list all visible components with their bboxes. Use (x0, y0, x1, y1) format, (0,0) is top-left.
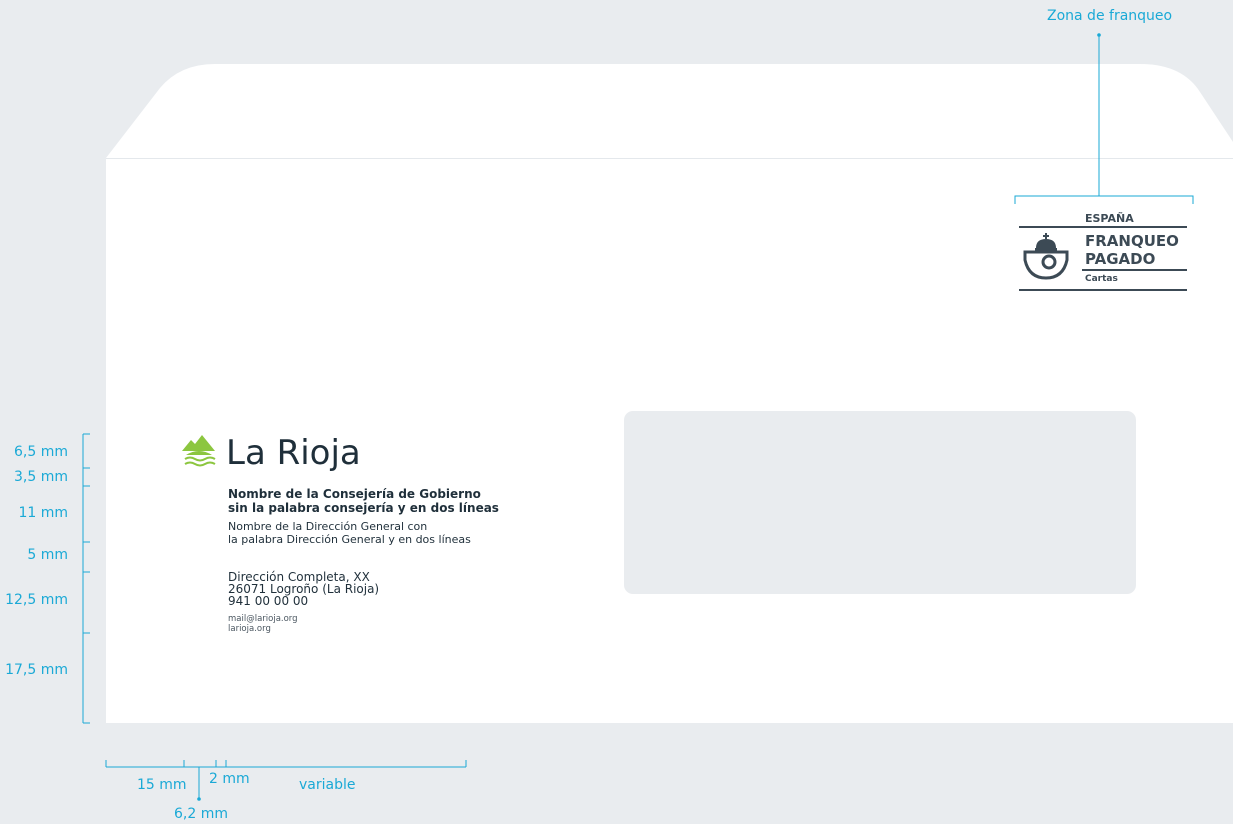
dim-label-v: 5 mm (27, 547, 68, 563)
postage-zone-pointer (1014, 33, 1194, 204)
consejeria-line2: sin la palabra consejería y en dos línea… (228, 501, 499, 515)
mountains-river-icon (182, 435, 216, 467)
dim-label-v: 11 mm (18, 505, 68, 521)
dim-label-gap: 2 mm (209, 771, 250, 787)
website: larioja.org (228, 624, 271, 634)
postage-country: ESPAÑA (1085, 212, 1134, 225)
vertical-dimension-guide (82, 433, 90, 724)
dim-label-v: 17,5 mm (5, 662, 68, 678)
address-window (624, 411, 1136, 594)
dim-label-v: 3,5 mm (14, 469, 68, 485)
dim-label-logo-offset: 6,2 mm (174, 806, 228, 822)
postage-line2: PAGADO (1085, 250, 1156, 268)
dim-label-left-margin: 15 mm (137, 777, 187, 793)
brand-name: La Rioja (226, 433, 361, 473)
dim-label-v: 12,5 mm (5, 592, 68, 608)
direccion-line1: Nombre de la Dirección General con (228, 520, 428, 533)
postage-line1: FRANQUEO (1085, 232, 1179, 250)
phone: 941 00 00 00 (228, 594, 309, 608)
postage-category: Cartas (1085, 274, 1118, 284)
dim-label-text-width: variable (299, 777, 356, 793)
postage-paid-mark: ESPAÑA FRANQUEO PAGADO Cartas (1019, 210, 1187, 292)
consejeria-line1: Nombre de la Consejería de Gobierno (228, 487, 481, 501)
postage-zone-label: Zona de franqueo (1047, 8, 1173, 24)
email: mail@larioja.org (228, 614, 298, 624)
direccion-line2: la palabra Dirección General y en dos lí… (228, 533, 471, 546)
dim-label-v: 6,5 mm (14, 444, 68, 460)
